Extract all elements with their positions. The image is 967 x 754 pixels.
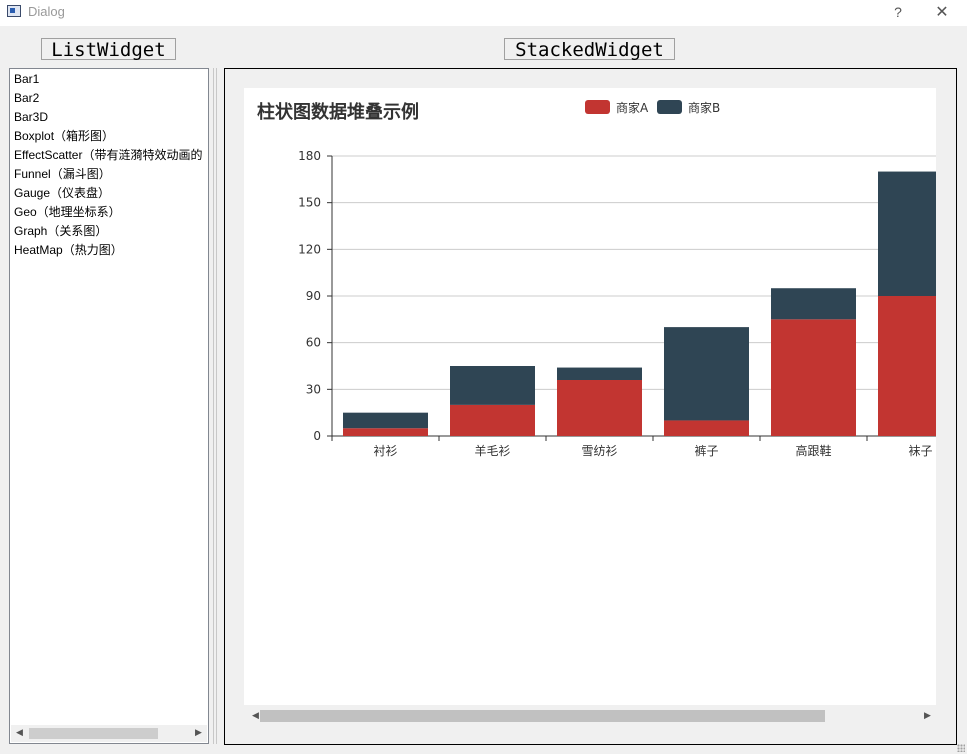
- y-tick-label: 180: [298, 149, 321, 163]
- x-tick-label: 雪纺衫: [581, 444, 617, 458]
- list-item[interactable]: Graph（关系图）: [10, 222, 208, 241]
- bar-segment: [557, 380, 642, 436]
- y-tick-label: 30: [306, 382, 321, 396]
- scroll-left-icon[interactable]: ◀: [11, 725, 28, 742]
- list-item[interactable]: EffectScatter（带有涟漪特效动画的: [10, 146, 208, 165]
- bar-segment: [664, 420, 749, 436]
- splitter-handle[interactable]: [213, 68, 217, 744]
- list-item[interactable]: Bar1: [10, 70, 208, 89]
- x-tick-label: 高跟鞋: [795, 443, 831, 458]
- legend-swatch: [657, 100, 682, 114]
- bar-segment: [878, 171, 936, 296]
- bar-segment: [450, 366, 535, 405]
- y-tick-label: 150: [298, 196, 321, 210]
- list-widget[interactable]: Bar1 Bar2 Bar3D Boxplot（箱形图） EffectScatt…: [9, 68, 209, 744]
- scrollbar-thumb[interactable]: [29, 728, 158, 739]
- scroll-right-icon[interactable]: ▶: [190, 725, 207, 742]
- list-item[interactable]: Geo（地理坐标系）: [10, 203, 208, 222]
- webview-horizontal-scrollbar[interactable]: ◀ ▶: [244, 707, 936, 725]
- chart-title: 柱状图数据堆叠示例: [257, 101, 419, 123]
- list-item[interactable]: Bar3D: [10, 108, 208, 127]
- x-tick-label: 袜子: [908, 444, 932, 458]
- x-tick-label: 裤子: [694, 444, 718, 458]
- scrollbar-thumb[interactable]: [260, 710, 825, 722]
- scroll-right-icon[interactable]: ▶: [919, 708, 936, 725]
- bar-segment: [343, 412, 428, 429]
- bar-chart: 柱状图数据堆叠示例 商家A 商家B 0 30 60 90 120 150 180 衬衫 羊毛衫 雪纺衫 裤…: [257, 100, 936, 458]
- bar-segment: [771, 288, 856, 320]
- listwidget-label: ListWidget: [41, 38, 176, 61]
- legend-swatch: [585, 100, 610, 114]
- bar-segment: [878, 296, 936, 436]
- list-item[interactable]: HeatMap（热力图）: [10, 241, 208, 260]
- y-tick-label: 120: [298, 242, 321, 256]
- list-item[interactable]: Bar2: [10, 89, 208, 108]
- help-button[interactable]: ?: [888, 2, 908, 22]
- y-tick-label: 90: [306, 289, 321, 303]
- y-tick-label: 0: [313, 429, 321, 443]
- list-item[interactable]: Boxplot（箱形图）: [10, 127, 208, 146]
- x-tick-label: 衬衫: [373, 444, 397, 458]
- resize-grip-icon[interactable]: [957, 744, 965, 752]
- window-title: Dialog: [28, 4, 65, 19]
- bar-segment: [664, 327, 749, 421]
- legend-label: 商家B: [688, 100, 720, 115]
- bar-segment: [557, 367, 642, 380]
- list-item[interactable]: Funnel（漏斗图）: [10, 165, 208, 184]
- list-horizontal-scrollbar[interactable]: ◀ ▶: [11, 725, 207, 742]
- bar-segment: [771, 319, 856, 436]
- list-items: Bar1 Bar2 Bar3D Boxplot（箱形图） EffectScatt…: [10, 70, 208, 260]
- legend-label: 商家A: [616, 100, 649, 115]
- close-button[interactable]: ✕: [932, 2, 952, 22]
- x-tick-label: 羊毛衫: [474, 443, 510, 458]
- bar-segment: [343, 428, 428, 436]
- stackedwidget-label: StackedWidget: [504, 38, 675, 61]
- list-item[interactable]: Gauge（仪表盘）: [10, 184, 208, 203]
- title-bar: Dialog ? ✕: [0, 0, 967, 26]
- bar-segment: [450, 404, 535, 436]
- app-icon: [7, 5, 21, 17]
- chart-webview: 柱状图数据堆叠示例 商家A 商家B 0 30 60 90 120 150 180 衬衫 羊毛衫 雪纺衫 裤…: [244, 88, 936, 705]
- y-tick-label: 60: [306, 336, 321, 350]
